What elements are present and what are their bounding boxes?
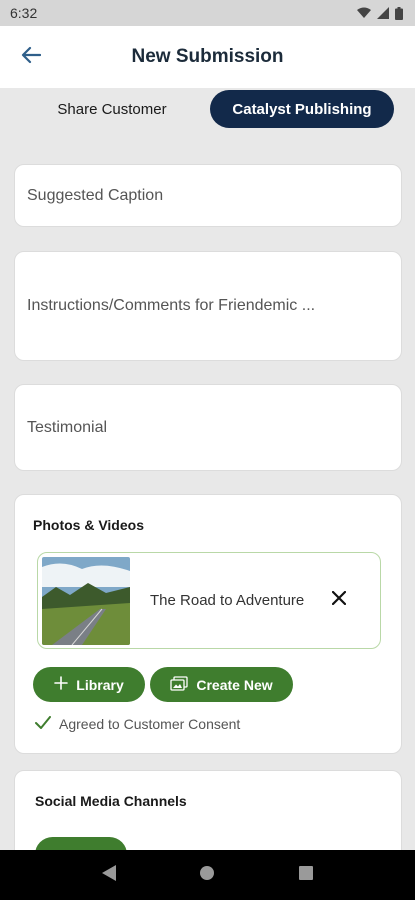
signal-icon xyxy=(377,7,389,19)
close-icon xyxy=(331,590,347,610)
check-icon xyxy=(35,716,51,732)
library-button[interactable]: Library xyxy=(33,667,145,702)
status-time: 6:32 xyxy=(10,5,38,21)
nav-back-icon xyxy=(101,864,117,887)
social-media-title: Social Media Channels xyxy=(35,793,187,809)
photos-videos-card: Photos & Videos The Road to Adventure Li… xyxy=(14,494,402,754)
media-item[interactable]: The Road to Adventure xyxy=(37,552,381,649)
create-new-button[interactable]: Create New xyxy=(150,667,293,702)
nav-back-button[interactable] xyxy=(94,860,124,890)
gallery-icon xyxy=(170,675,189,694)
page-title: New Submission xyxy=(131,46,284,67)
consent-label: Agreed to Customer Consent xyxy=(59,716,241,732)
status-icons xyxy=(357,6,403,20)
nav-home-icon xyxy=(199,865,215,886)
back-arrow-icon xyxy=(21,46,42,69)
photos-videos-title: Photos & Videos xyxy=(33,517,144,533)
nav-home-button[interactable] xyxy=(192,860,222,890)
tab-switcher: Share Customer Catalyst Publishing xyxy=(14,89,402,129)
wifi-icon xyxy=(357,7,371,19)
tab-catalyst-publishing[interactable]: Catalyst Publishing xyxy=(210,90,394,128)
instructions-field[interactable]: Instructions/Comments for Friendemic ... xyxy=(14,251,402,361)
testimonial-field[interactable]: Testimonial xyxy=(14,384,402,471)
plus-icon xyxy=(54,676,69,693)
back-button[interactable] xyxy=(16,44,46,70)
consent-status: Agreed to Customer Consent xyxy=(35,716,240,732)
app-header: New Submission xyxy=(0,26,415,88)
media-thumbnail xyxy=(42,557,130,645)
nav-recents-button[interactable] xyxy=(291,860,321,890)
library-button-label: Library xyxy=(76,676,124,693)
caption-field[interactable]: Suggested Caption xyxy=(14,164,402,227)
remove-media-button[interactable] xyxy=(328,589,350,611)
create-new-button-label: Create New xyxy=(196,676,273,693)
status-bar: 6:32 xyxy=(0,0,415,26)
system-nav-bar xyxy=(0,850,415,900)
battery-icon xyxy=(395,6,403,20)
media-item-title: The Road to Adventure xyxy=(150,592,305,609)
tab-share-customer[interactable]: Share Customer xyxy=(14,90,210,128)
nav-recents-icon xyxy=(298,865,314,886)
